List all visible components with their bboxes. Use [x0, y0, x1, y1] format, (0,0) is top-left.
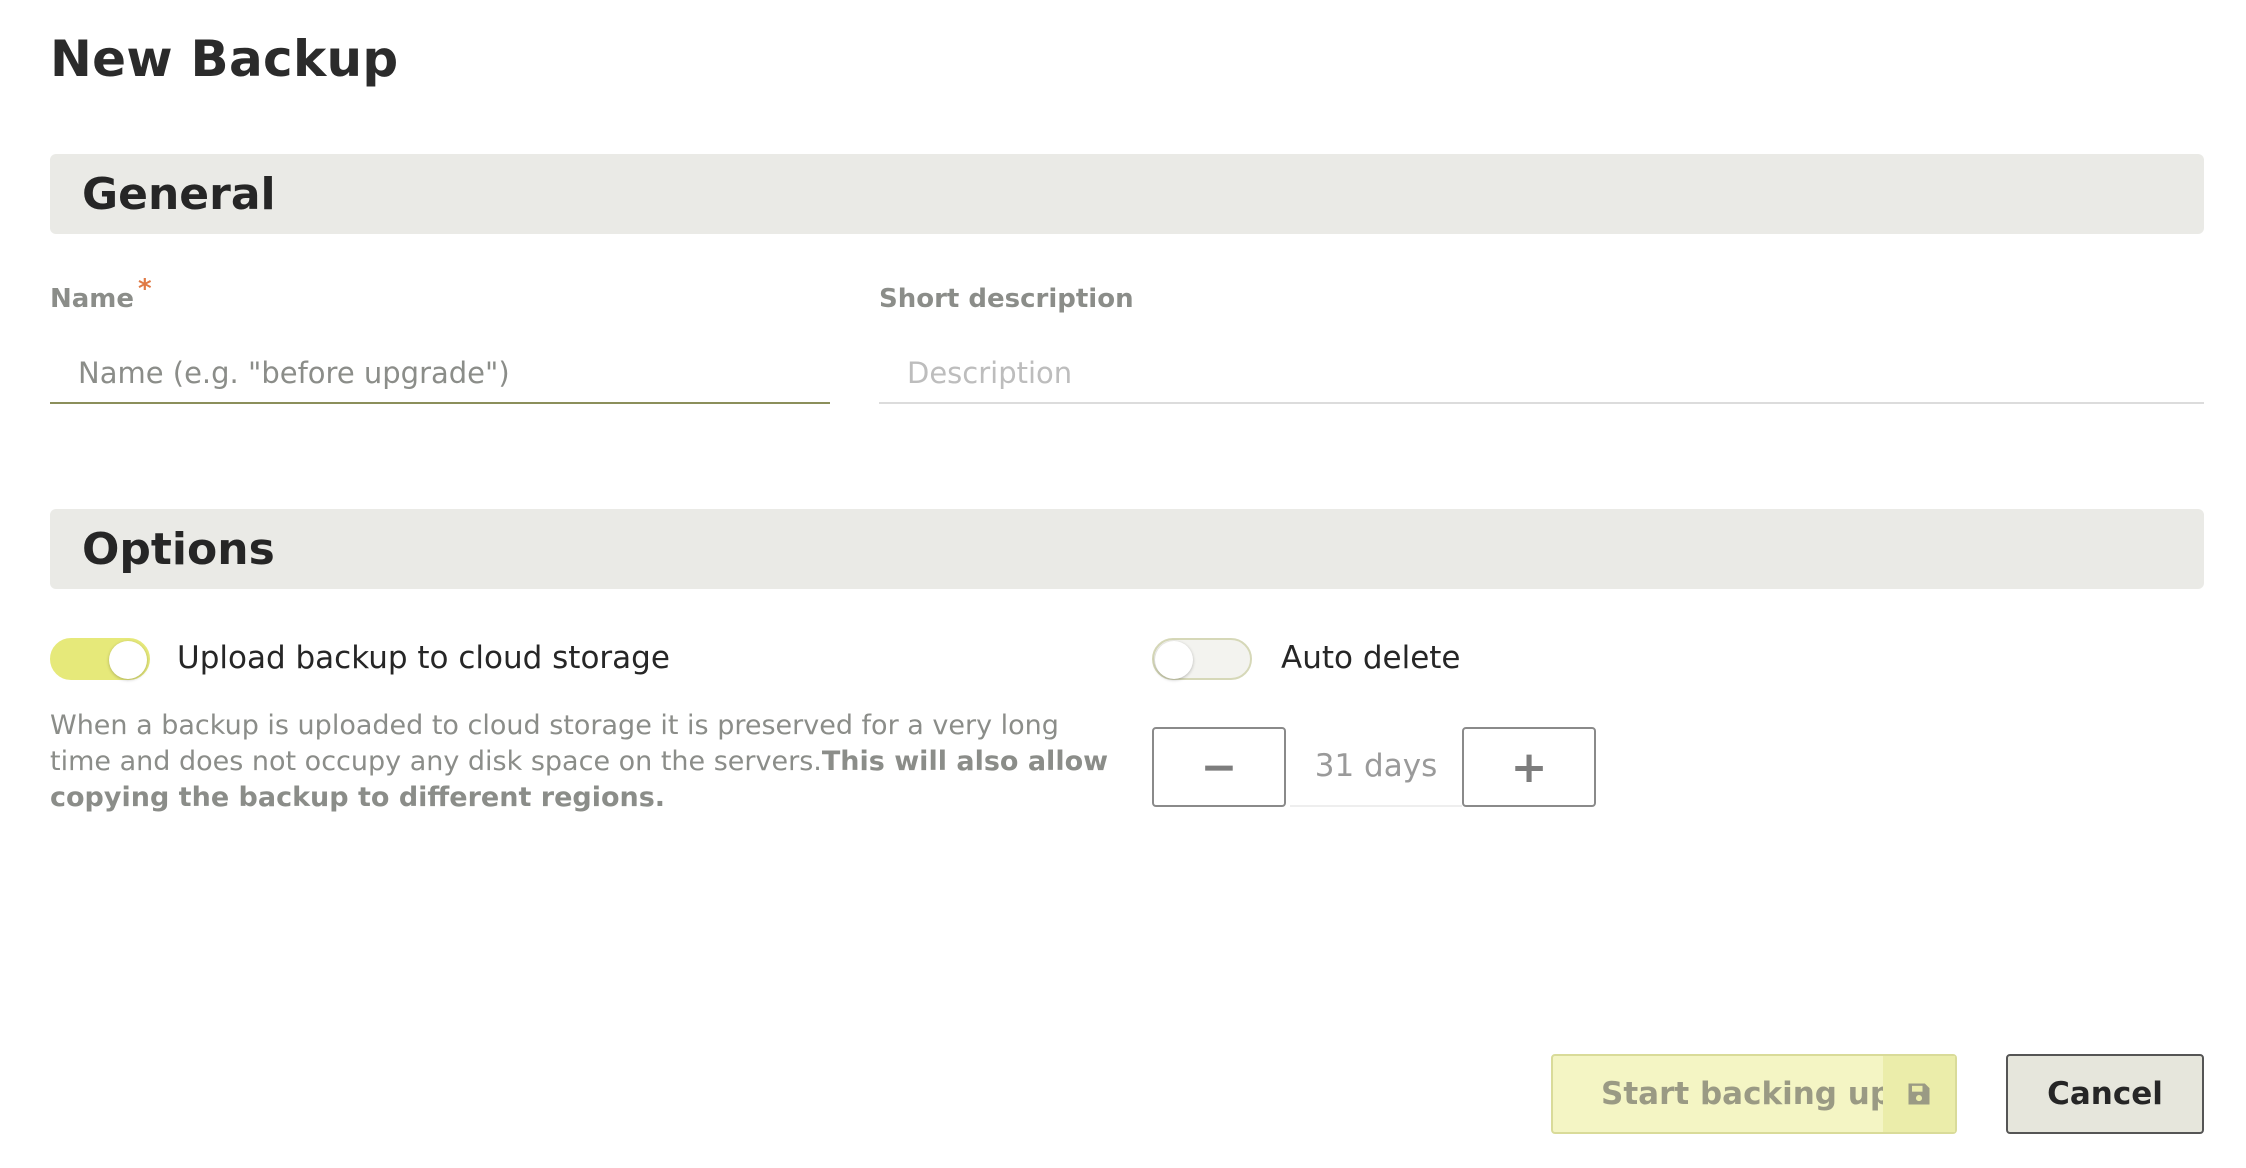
auto-delete-label: Auto delete [1281, 640, 1461, 676]
general-section-header: General [50, 154, 2204, 234]
cloud-upload-help-text: When a backup is uploaded to cloud stora… [50, 708, 1110, 816]
cloud-upload-toggle[interactable] [50, 638, 150, 680]
general-section-title: General [82, 169, 276, 220]
options-section-title: Options [82, 524, 275, 575]
auto-delete-days-value[interactable]: 31 days [1290, 727, 1462, 807]
increment-button[interactable]: + [1462, 727, 1596, 807]
start-backing-up-button[interactable]: Start backing up [1551, 1054, 1957, 1134]
cancel-button[interactable]: Cancel [2006, 1054, 2204, 1134]
auto-delete-toggle[interactable] [1152, 638, 1252, 680]
toggle-knob [109, 641, 147, 679]
decrement-button[interactable]: − [1152, 727, 1286, 807]
name-label-text: Name [50, 284, 135, 314]
cloud-upload-label: Upload backup to cloud storage [177, 640, 670, 676]
description-input[interactable] [879, 344, 2204, 404]
start-button-label: Start backing up [1601, 1076, 1893, 1112]
options-section-header: Options [50, 509, 2204, 589]
save-icon [1883, 1056, 1955, 1132]
name-field-label: Name * [50, 274, 152, 314]
name-input[interactable] [50, 344, 830, 404]
toggle-knob [1155, 641, 1193, 679]
required-marker: * [138, 274, 152, 304]
page-title: New Backup [50, 30, 399, 88]
description-field-label: Short description [879, 284, 1134, 314]
